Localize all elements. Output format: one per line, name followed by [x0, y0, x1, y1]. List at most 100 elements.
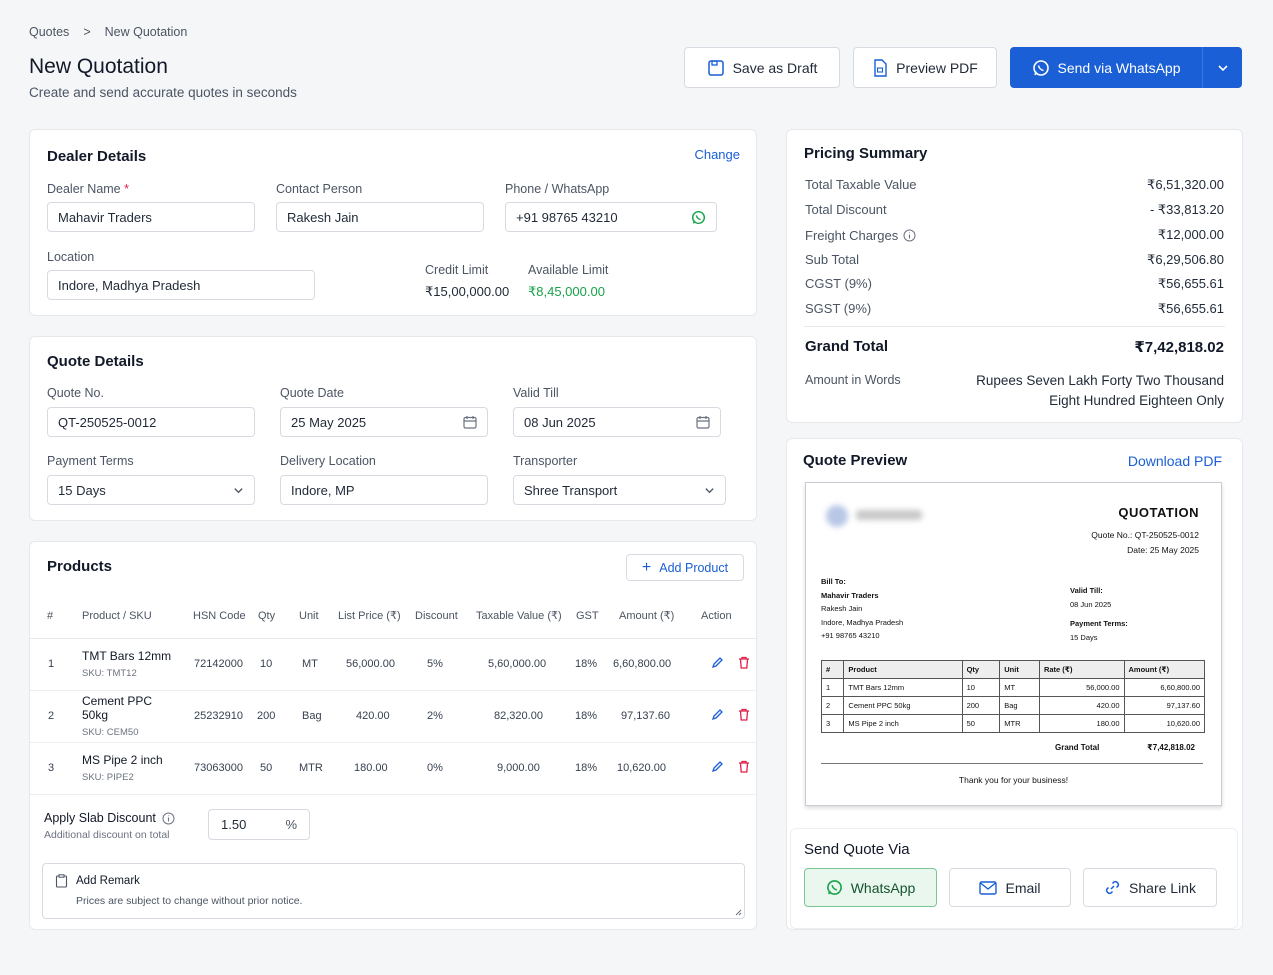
whatsapp-icon: [826, 879, 843, 896]
chevron-down-icon: [1217, 62, 1229, 74]
phone-field[interactable]: +91 98765 43210: [505, 202, 717, 232]
col-product: Product / SKU: [64, 594, 175, 639]
download-pdf-link[interactable]: Download PDF: [1128, 453, 1222, 469]
pdf-icon: [872, 58, 888, 77]
doc-grand-total: Grand Total ₹7,42,818.02: [1055, 743, 1195, 752]
summary-row: Sub Total ₹6,29,506.80: [805, 252, 1224, 267]
summary-row: CGST (9%) ₹56,655.61: [805, 276, 1224, 291]
send-whatsapp-option[interactable]: WhatsApp: [804, 868, 937, 907]
remark-text: Prices are subject to change without pri…: [76, 895, 303, 907]
add-product-button[interactable]: + Add Product: [626, 554, 744, 581]
location-field[interactable]: Indore, Madhya Pradesh: [47, 270, 315, 300]
available-limit-label: Available Limit: [528, 263, 609, 277]
valid-till-label: Valid Till: [513, 386, 559, 400]
quote-details-title: Quote Details: [47, 353, 144, 370]
product-sku: SKU: CEM50: [82, 727, 139, 738]
resize-handle-icon[interactable]: [735, 909, 742, 916]
summary-divider: [804, 326, 1225, 327]
page-subtitle: Create and send accurate quotes in secon…: [29, 85, 297, 100]
edit-icon[interactable]: [711, 708, 724, 721]
table-row: 2 Cement PPC 50kg SKU: CEM50 25232910 200…: [30, 690, 757, 743]
save-draft-button[interactable]: Save as Draft: [684, 47, 840, 88]
quote-no-field[interactable]: QT-250525-0012: [47, 407, 255, 437]
credit-limit-label: Credit Limit: [425, 263, 489, 277]
info-icon[interactable]: [162, 812, 175, 825]
products-title: Products: [47, 558, 113, 575]
doc-title: QUOTATION: [1118, 505, 1199, 520]
remark-label: Add Remark: [76, 875, 140, 887]
preview-pdf-label: Preview PDF: [896, 59, 978, 76]
dealer-name-field[interactable]: Mahavir Traders: [47, 202, 255, 232]
info-icon[interactable]: [903, 229, 916, 242]
page-title: New Quotation: [29, 55, 168, 78]
slab-discount-label: Apply Slab Discount: [44, 811, 175, 825]
delivery-location-label: Delivery Location: [280, 454, 376, 468]
quote-date-field[interactable]: 25 May 2025: [280, 407, 488, 437]
breadcrumb-quotes-link[interactable]: Quotes: [29, 25, 69, 39]
doc-quote-no: Quote No.: QT-250525-0012: [1091, 530, 1199, 540]
preview-pdf-button[interactable]: Preview PDF: [853, 47, 997, 88]
amount-words-label: Amount in Words: [805, 373, 901, 387]
pricing-summary-title: Pricing Summary: [804, 145, 928, 162]
send-quote-card: Send Quote Via WhatsApp Email Share Link: [790, 828, 1238, 929]
dealer-details-title: Dealer Details: [47, 148, 147, 165]
doc-date: Date: 25 May 2025: [1127, 545, 1199, 555]
col-taxable: Taxable Value (₹): [470, 594, 574, 639]
edit-icon[interactable]: [711, 760, 724, 773]
save-icon: [707, 59, 725, 77]
product-name: Cement PPC 50kg: [82, 694, 153, 722]
chevron-down-icon: [233, 485, 244, 496]
delete-icon[interactable]: [738, 760, 750, 773]
breadcrumb-separator: >: [83, 25, 91, 39]
dealer-name-label: Dealer Name *: [47, 182, 129, 196]
doc-valid-terms: Valid Till: 08 Jun 2025 Payment Terms: 1…: [1070, 586, 1128, 642]
transporter-select[interactable]: Shree Transport: [513, 475, 726, 505]
location-label: Location: [47, 250, 95, 264]
pricing-summary-card: Pricing Summary Total Taxable Value ₹6,51…: [786, 129, 1243, 423]
send-whatsapp-label: Send via WhatsApp: [1057, 59, 1181, 76]
breadcrumb: Quotes > New Quotation: [29, 25, 187, 39]
plus-icon: +: [641, 558, 652, 576]
grand-total-row: Grand Total ₹7,42,818.02: [805, 338, 1224, 356]
table-header-row: # Product / SKU HSN Code Qty Unit List P…: [30, 594, 757, 639]
available-limit-value: ₹8,45,000.00: [528, 284, 605, 299]
change-dealer-link[interactable]: Change: [694, 147, 740, 162]
calendar-icon[interactable]: [696, 415, 710, 429]
slab-discount-input[interactable]: 1.50 %: [208, 809, 310, 840]
send-quote-title: Send Quote Via: [804, 841, 910, 858]
phone-label: Phone / WhatsApp: [505, 182, 610, 196]
blurred-company-name: [856, 510, 922, 520]
delete-icon[interactable]: [738, 708, 750, 721]
chevron-down-icon: [704, 485, 715, 496]
payment-terms-label: Payment Terms: [47, 454, 134, 468]
col-hsn: HSN Code: [175, 594, 247, 639]
doc-divider: [821, 763, 1203, 764]
table-row: 3 MS Pipe 2 inch SKU: PIPE2 73063000 50 M…: [30, 742, 757, 795]
col-unit: Unit: [288, 594, 328, 639]
contact-person-field[interactable]: Rakesh Jain: [276, 202, 484, 232]
transporter-label: Transporter: [513, 454, 578, 468]
product-name: MS Pipe 2 inch: [82, 753, 163, 767]
col-list-price: List Price (₹): [328, 594, 408, 639]
send-options-dropdown[interactable]: [1202, 47, 1242, 88]
slab-discount-sub: Additional discount on total: [44, 829, 170, 841]
edit-icon[interactable]: [711, 656, 724, 669]
payment-terms-select[interactable]: 15 Days: [47, 475, 255, 505]
calendar-icon[interactable]: [463, 415, 477, 429]
link-icon: [1104, 879, 1121, 896]
remark-field[interactable]: Add Remark Prices are subject to change …: [42, 863, 745, 919]
share-link-option[interactable]: Share Link: [1083, 868, 1217, 907]
send-email-option[interactable]: Email: [949, 868, 1071, 907]
quote-document-preview[interactable]: QUOTATION Quote No.: QT-250525-0012 Date…: [805, 482, 1222, 806]
whatsapp-icon[interactable]: [691, 210, 706, 225]
send-whatsapp-button[interactable]: Send via WhatsApp: [1010, 47, 1202, 88]
col-index: #: [30, 594, 64, 639]
delete-icon[interactable]: [738, 656, 750, 669]
table-row: 1 TMT Bars 12mm SKU: TMT12 72142000 10 MT…: [30, 638, 757, 691]
delivery-location-field[interactable]: Indore, MP: [280, 475, 488, 505]
valid-till-field[interactable]: 08 Jun 2025: [513, 407, 721, 437]
product-sku: SKU: PIPE2: [82, 772, 134, 783]
summary-row: Freight Charges ₹12,000.00: [805, 227, 1224, 243]
product-name: TMT Bars 12mm: [82, 649, 172, 663]
dealer-details-card: Dealer Details Change Dealer Name * Maha…: [29, 129, 757, 316]
